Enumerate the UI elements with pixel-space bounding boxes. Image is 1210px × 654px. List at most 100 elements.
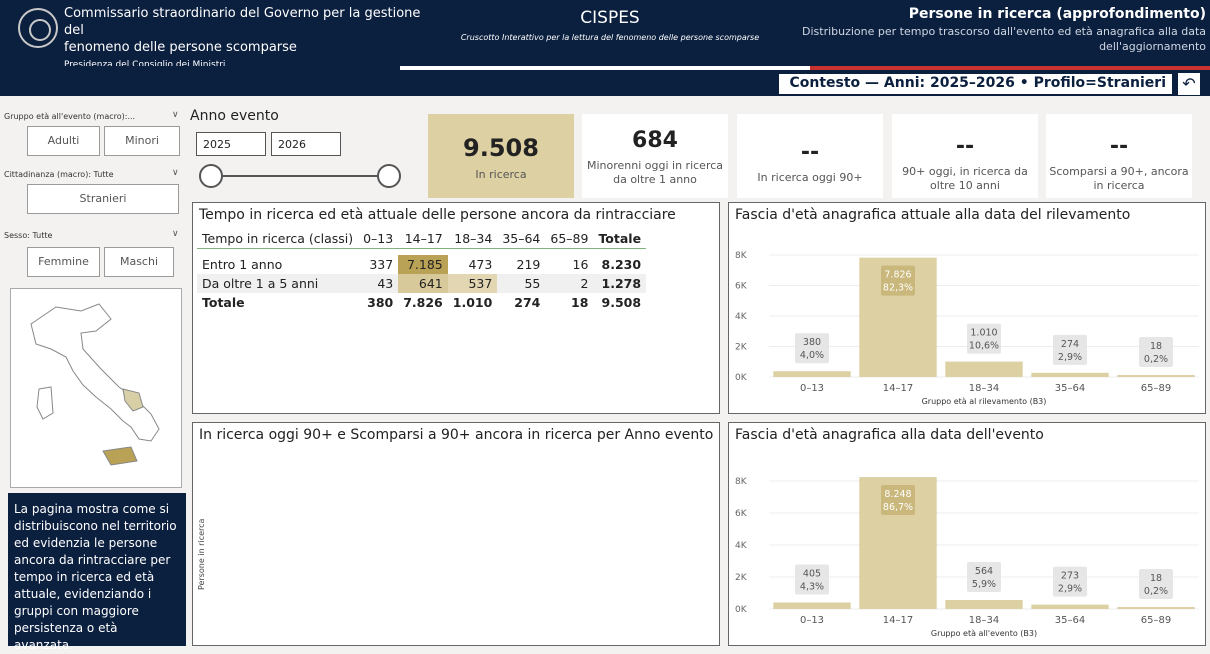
kpi-value: -- bbox=[1109, 134, 1129, 159]
data-label-value: 564 bbox=[975, 566, 993, 577]
page-title: Persone in ricerca (approfondimento) bbox=[908, 6, 1206, 22]
data-label-percent: 5,9% bbox=[972, 579, 996, 590]
filter-option-maschi[interactable]: Maschi bbox=[104, 247, 174, 277]
bar bbox=[945, 361, 1023, 377]
chevron-down-icon[interactable]: ∨ bbox=[172, 110, 179, 120]
x-tick-label: 0–13 bbox=[800, 383, 824, 394]
table-cell: 7.185 bbox=[398, 254, 448, 274]
x-tick-label: 14–17 bbox=[883, 383, 913, 394]
data-label-percent: 2,9% bbox=[1058, 352, 1082, 363]
data-label-percent: 86,7% bbox=[883, 502, 913, 513]
x-tick-label: 18–34 bbox=[969, 615, 999, 626]
italy-map-shape bbox=[30, 303, 160, 466]
matrix-table: Tempo in ricerca (classi) 0–13 14–17 18–… bbox=[197, 229, 647, 312]
x-tick-label: 14–17 bbox=[883, 615, 913, 626]
table-cell: 7.826 bbox=[403, 294, 443, 310]
table-cell: Da oltre 1 a 5 anni bbox=[202, 275, 319, 291]
y-tick-label: 2K bbox=[735, 343, 748, 353]
org-name-line1: Commissario straordinario del Governo pe… bbox=[64, 6, 421, 38]
table-total-row[interactable]: Totale 380 7.826 1.010 274 18 9.508 bbox=[197, 293, 646, 312]
chart-age-now-panel: Fascia d'età anagrafica attuale alla dat… bbox=[728, 202, 1206, 414]
data-label-value: 18 bbox=[1150, 573, 1162, 584]
table-row[interactable]: Entro 1 anno 337 7.185 473 219 16 8.230 bbox=[197, 254, 646, 274]
data-label-value: 405 bbox=[803, 569, 821, 580]
empty-chart-title: In ricerca oggi 90+ e Scomparsi a 90+ an… bbox=[199, 427, 714, 443]
bar bbox=[773, 602, 851, 609]
kpi-label: In ricerca bbox=[475, 168, 527, 181]
chart-age-event-svg: 8K 6K 4K 2K 0K 405 4,3% 0–13 8.248 86,7% 14–17 564 5… bbox=[735, 477, 1199, 638]
data-label-percent: 2,9% bbox=[1058, 584, 1082, 595]
table-cell: 274 bbox=[514, 294, 541, 310]
kpi-label: Minorenni oggi in ricerca da oltre 1 ann… bbox=[586, 159, 724, 186]
filter-sex-label: Sesso: Tutte bbox=[4, 231, 53, 240]
data-label-value: 273 bbox=[1061, 571, 1079, 582]
bar bbox=[1031, 604, 1109, 609]
matrix-panel: Tempo in ricerca ed età attuale delle pe… bbox=[192, 202, 720, 414]
x-tick-label: 35–64 bbox=[1055, 615, 1085, 626]
filter-option-femmine[interactable]: Femmine bbox=[27, 247, 100, 277]
table-cell: Entro 1 anno bbox=[202, 256, 283, 272]
header: Commissario straordinario del Governo pe… bbox=[0, 0, 1210, 70]
chart-title: Fascia d'età anagrafica alla data dell'e… bbox=[735, 427, 1044, 443]
table-cell: 380 bbox=[367, 294, 394, 310]
table-cell: 43 bbox=[377, 275, 394, 291]
table-row[interactable]: Da oltre 1 a 5 anni 43 641 537 55 2 1.27… bbox=[197, 273, 647, 293]
y-tick-label: 8K bbox=[735, 251, 748, 261]
x-tick-label: 65–89 bbox=[1141, 615, 1171, 626]
app-title: CISPES bbox=[580, 8, 640, 28]
year-to-input[interactable]: 2026 bbox=[271, 132, 341, 156]
table-cell: 18 bbox=[571, 294, 589, 310]
filter-option-stranieri[interactable]: Stranieri bbox=[27, 184, 179, 214]
table-cell: Totale bbox=[202, 294, 245, 310]
back-arrow-icon[interactable]: ↶ bbox=[1178, 73, 1200, 95]
data-label-percent: 82,3% bbox=[883, 283, 913, 294]
x-axis-label: Gruppo età all'evento (B3) bbox=[931, 629, 1037, 638]
table-header: 18–34 bbox=[454, 231, 493, 246]
table-header: Tempo in ricerca (classi) bbox=[202, 231, 354, 246]
bar bbox=[945, 599, 1023, 609]
y-tick-label: 6K bbox=[735, 282, 748, 292]
x-tick-label: 65–89 bbox=[1141, 383, 1171, 394]
year-slider-start-handle[interactable] bbox=[199, 164, 223, 188]
table-cell: 337 bbox=[369, 256, 394, 272]
kpi-label: Scomparsi a 90+, ancora in ricerca bbox=[1049, 165, 1189, 192]
kpi-card-90-plus: -- In ricerca oggi 90+ bbox=[737, 114, 883, 198]
y-tick-label: 6K bbox=[735, 509, 748, 519]
y-tick-label: 2K bbox=[735, 573, 748, 583]
filter-option-adulti[interactable]: Adulti bbox=[27, 126, 100, 156]
bar bbox=[1117, 375, 1195, 377]
data-label-percent: 4,0% bbox=[800, 350, 824, 361]
kpi-value: -- bbox=[955, 134, 975, 159]
empty-chart-panel: In ricerca oggi 90+ e Scomparsi a 90+ an… bbox=[192, 422, 720, 646]
year-slicer-title: Anno evento bbox=[190, 108, 279, 124]
kpi-value: 684 bbox=[632, 128, 678, 153]
data-label-percent: 0,2% bbox=[1144, 354, 1168, 365]
y-tick-label: 8K bbox=[735, 477, 748, 487]
data-label-value: 1.010 bbox=[970, 328, 997, 339]
page-description: La pagina mostra come si distribuiscono … bbox=[8, 493, 186, 652]
filter-option-minori[interactable]: Minori bbox=[104, 126, 180, 156]
year-slider-end-handle[interactable] bbox=[377, 164, 401, 188]
kpi-value: -- bbox=[800, 140, 820, 165]
data-label-percent: 10,6% bbox=[969, 341, 999, 352]
data-label-value: 18 bbox=[1150, 341, 1162, 352]
table-header: 0–13 bbox=[363, 231, 394, 246]
year-slider-track[interactable] bbox=[210, 175, 390, 177]
year-from-input[interactable]: 2025 bbox=[196, 132, 266, 156]
italy-map[interactable] bbox=[10, 288, 182, 488]
y-tick-label: 4K bbox=[735, 541, 748, 551]
table-cell: 219 bbox=[516, 256, 541, 272]
matrix-title: Tempo in ricerca ed età attuale delle pe… bbox=[199, 207, 676, 223]
data-label-value: 7.826 bbox=[884, 270, 911, 281]
table-header: 14–17 bbox=[404, 231, 443, 246]
chevron-down-icon[interactable]: ∨ bbox=[172, 229, 179, 239]
bar bbox=[773, 371, 851, 377]
kpi-card-minorenni: 684 Minorenni oggi in ricerca da oltre 1… bbox=[582, 114, 728, 198]
x-tick-label: 18–34 bbox=[969, 383, 999, 394]
table-cell: 1.278 bbox=[601, 275, 642, 291]
table-cell: 8.230 bbox=[601, 256, 642, 272]
table-header: 65–89 bbox=[550, 231, 589, 246]
table-cell: 1.010 bbox=[452, 294, 493, 310]
y-tick-label: 0K bbox=[735, 373, 748, 383]
chevron-down-icon[interactable]: ∨ bbox=[172, 168, 179, 178]
